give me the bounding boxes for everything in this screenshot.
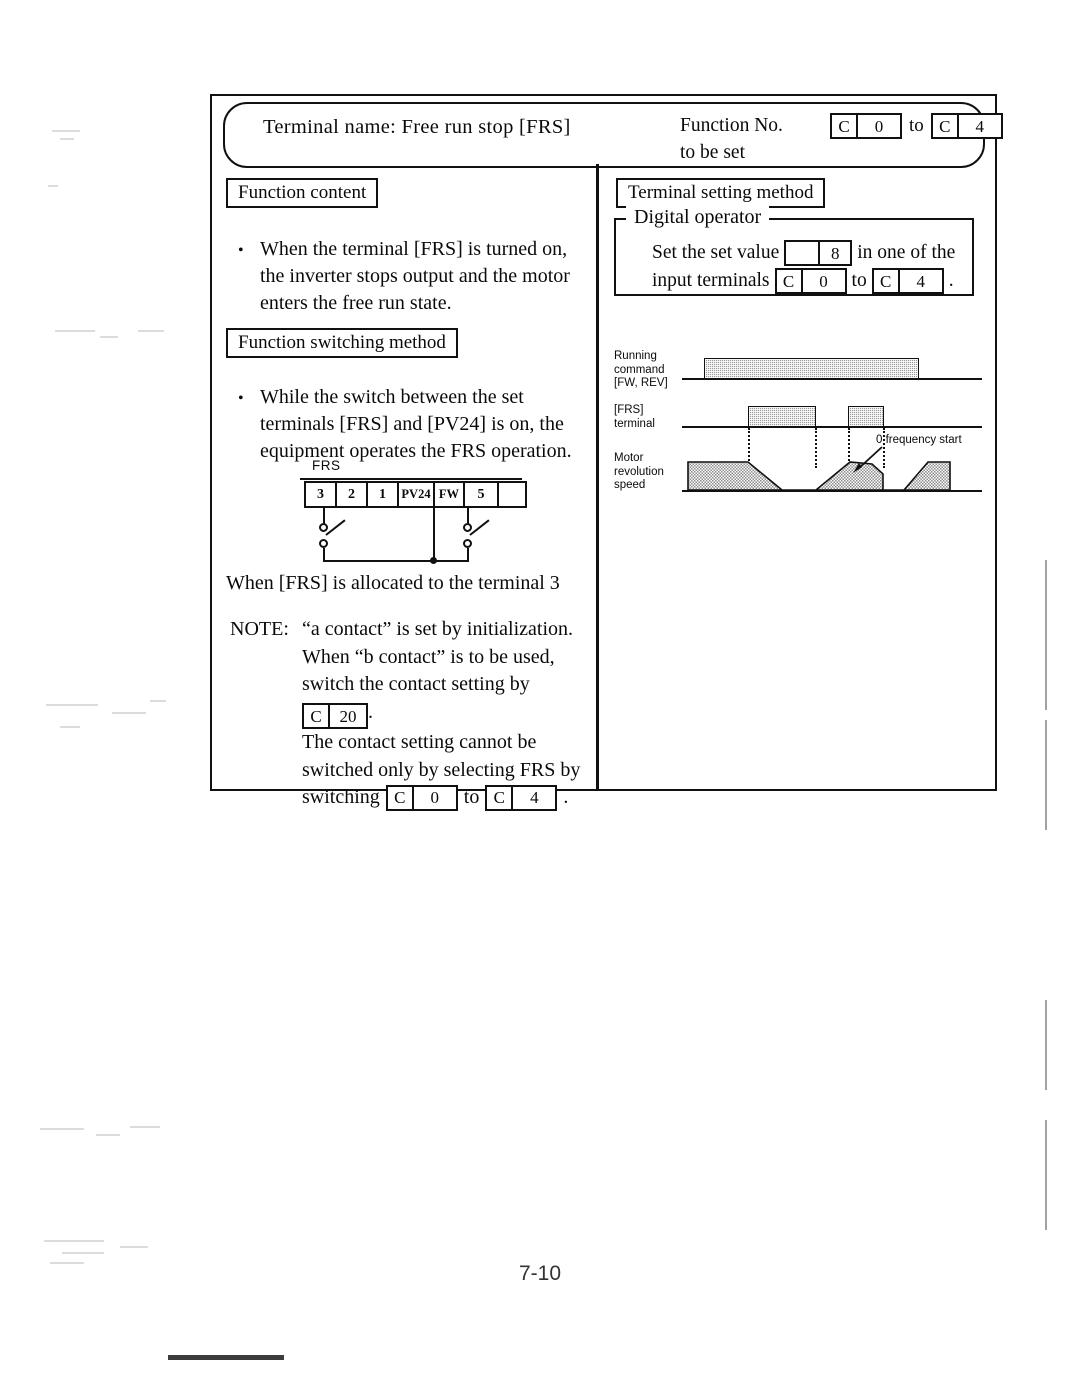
note-line-2: When “b contact” is to be used, bbox=[302, 645, 555, 668]
wire-t3-drop bbox=[323, 508, 325, 524]
terminal-cell-1: 1 bbox=[368, 483, 399, 506]
page-title: Terminal name: Free run stop [FRS] bbox=[263, 116, 571, 138]
scan-edge-line bbox=[1045, 560, 1047, 710]
chart-pulse-frs-2 bbox=[848, 406, 884, 427]
chart-label-motor-speed: Motor revolution speed bbox=[614, 452, 664, 491]
digital-operator-line-1: Set the set value 8 in one of the bbox=[652, 240, 955, 266]
terminal-row: 3 2 1 PV24 FW 5 bbox=[304, 481, 527, 508]
dop-to-word: to bbox=[851, 270, 867, 291]
note-line-3: switch the contact setting by bbox=[302, 673, 530, 695]
note-line-4: The contact setting cannot be bbox=[302, 731, 537, 753]
chart-label-frs-terminal: [FRS] terminal bbox=[614, 404, 655, 430]
function-content-text: • When the terminal [FRS] is turned on, … bbox=[238, 236, 580, 317]
switch-blade-left bbox=[325, 519, 346, 536]
bullet-dot-2: • bbox=[238, 390, 244, 407]
function-switching-text: • While the switch between the set termi… bbox=[238, 384, 580, 465]
terminal-block-diagram: FRS 3 2 1 PV24 FW 5 bbox=[300, 458, 530, 566]
terminal-cell-fw: FW bbox=[435, 483, 465, 506]
scan-edge-bar bbox=[168, 1355, 284, 1360]
dop-line2-period: . bbox=[948, 270, 954, 291]
header-box: Terminal name: Free run stop [FRS] Funct… bbox=[223, 102, 1003, 168]
wire-fw-drop bbox=[467, 508, 469, 524]
chart-annotation-arrow bbox=[853, 446, 883, 473]
note-line-1: “a contact” is set by initialization. bbox=[302, 618, 574, 640]
function-switching-body: While the switch between the set termina… bbox=[260, 386, 572, 462]
function-no-label: Function No. bbox=[680, 115, 783, 136]
param-code-c20: C 20 bbox=[302, 703, 368, 729]
function-no-sublabel: to be set bbox=[680, 142, 745, 163]
terminal-cell-5: 5 bbox=[465, 483, 499, 506]
header-code-range: C 0 to C 4 bbox=[830, 113, 1003, 139]
note-line-5: switched only by selecting FRS by bbox=[302, 758, 581, 781]
switch-contact-lower-right bbox=[463, 539, 472, 548]
chart-pulse-frs-1 bbox=[748, 406, 816, 427]
terminal-top-rule bbox=[300, 478, 522, 480]
scan-edge-line-4 bbox=[1045, 1120, 1047, 1230]
page-number: 7-10 bbox=[518, 1262, 562, 1285]
switch-contact-upper-right bbox=[463, 523, 472, 532]
dop-param-code-c4: C 4 bbox=[871, 268, 944, 294]
range-to-word: to bbox=[909, 115, 924, 136]
terminal-cell-3: 3 bbox=[306, 483, 337, 506]
scan-edge-line-2 bbox=[1045, 720, 1047, 830]
caption-terminal-setting: Terminal setting method bbox=[616, 178, 826, 208]
note-line6-period: . bbox=[563, 786, 569, 808]
set-value-suffix: in one of the bbox=[857, 242, 956, 263]
param-code-c0: C 0 bbox=[830, 113, 902, 139]
note-param-code-c0: C 0 bbox=[385, 784, 458, 811]
digital-operator-legend: Digital operator bbox=[626, 206, 770, 229]
note-body: “a contact” is set by initialization. Wh… bbox=[302, 616, 590, 812]
note-line-6: switching C 0 to C 4 . bbox=[302, 784, 590, 812]
note-c20-period: . bbox=[368, 700, 373, 723]
bullet-dot: • bbox=[238, 242, 244, 259]
terminal-cell-blank bbox=[499, 483, 525, 506]
chart-label-running-command: Running command [FW, REV] bbox=[614, 350, 668, 389]
set-value-prefix: Set the set value bbox=[652, 242, 780, 263]
terminal-cell-2: 2 bbox=[337, 483, 368, 506]
dop-param-code-c0: C 0 bbox=[774, 268, 847, 294]
caption-function-content: Function content bbox=[226, 178, 379, 208]
content-frame: Terminal name: Free run stop [FRS] Funct… bbox=[210, 94, 1003, 811]
wire-bus-right bbox=[433, 560, 469, 562]
allocation-text: When [FRS] is allocated to the terminal … bbox=[226, 572, 560, 594]
chart-baseline-frs bbox=[682, 426, 982, 428]
chart-motor-speed-waveform bbox=[687, 461, 951, 491]
caption-function-switching: Function switching method bbox=[226, 328, 458, 358]
terminal-cell-pv24: PV24 bbox=[399, 483, 435, 506]
wire-pv24-drop bbox=[433, 508, 435, 562]
note-param-code-c4: C 4 bbox=[485, 784, 558, 811]
timing-chart: Running command [FW, REV] [FRS] terminal… bbox=[614, 348, 992, 496]
note-block: NOTE: “a contact” is set by initializati… bbox=[230, 616, 590, 812]
column-divider bbox=[596, 164, 599, 790]
function-content-body: When the terminal [FRS] is turned on, th… bbox=[260, 238, 570, 314]
switch-blade-right bbox=[469, 519, 490, 536]
chart-pulse-running-command bbox=[704, 358, 919, 379]
switch-contact-lower-left bbox=[319, 539, 328, 548]
note-to-word: to bbox=[463, 786, 480, 808]
switch-contact-upper-left bbox=[319, 523, 328, 532]
note-label: NOTE: bbox=[230, 618, 289, 640]
terminal-frs-label: FRS bbox=[312, 458, 341, 473]
note-line-c20: C 20 . bbox=[302, 699, 590, 729]
input-terminals-prefix: input terminals bbox=[652, 270, 770, 291]
wire-bus-left bbox=[323, 560, 435, 562]
param-code-c4: C 4 bbox=[930, 113, 1003, 139]
chart-annotation-zero-frequency: 0 frequency start bbox=[876, 434, 962, 446]
digital-operator-line-2: input terminals C 0 to C 4 . bbox=[652, 268, 954, 294]
scan-edge-line-3 bbox=[1045, 1000, 1047, 1090]
note-switching-word: switching bbox=[302, 786, 380, 808]
param-code-value-8: 8 bbox=[784, 240, 853, 266]
